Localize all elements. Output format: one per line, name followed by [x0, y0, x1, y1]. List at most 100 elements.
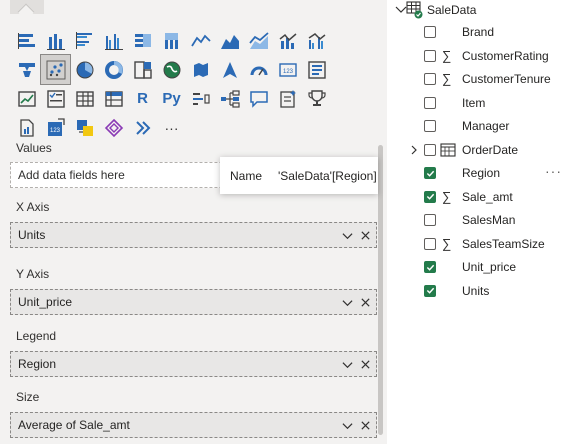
table-name: SaleData: [427, 3, 477, 17]
matrix-icon[interactable]: [99, 84, 128, 113]
azure-map-icon[interactable]: [215, 55, 244, 84]
checkmark-icon: [426, 287, 434, 294]
close-icon[interactable]: [358, 228, 372, 242]
stacked-area-chart-icon[interactable]: [244, 26, 273, 55]
donut-chart-icon[interactable]: [99, 55, 128, 84]
calendar-icon: [440, 142, 456, 157]
legend-well-title: Legend: [16, 329, 57, 343]
x-axis-field: Units: [18, 228, 46, 242]
pie-chart-icon[interactable]: [70, 55, 99, 84]
field-label: Sale_amt: [462, 189, 513, 204]
field-row[interactable]: Region ···: [387, 163, 566, 185]
get-more-visuals-icon[interactable]: [128, 113, 157, 142]
chevron-down-icon[interactable]: [340, 418, 354, 432]
field-row[interactable]: Unit_price: [387, 257, 566, 279]
100-stacked-column-chart-icon[interactable]: [157, 26, 186, 55]
python-visual-icon[interactable]: Py: [157, 84, 186, 113]
slicer-icon[interactable]: [41, 84, 70, 113]
visual-type-gallery: 123 R Py 123 ···: [12, 26, 382, 142]
legend-field: Region: [18, 357, 57, 371]
gauge-icon[interactable]: [244, 55, 273, 84]
multi-row-card-icon[interactable]: [302, 55, 331, 84]
field-row[interactable]: Brand: [387, 22, 566, 44]
close-icon[interactable]: [358, 418, 372, 432]
field-row[interactable]: ∑ Sale_amt: [387, 187, 566, 209]
field-row[interactable]: Units: [387, 281, 566, 303]
field-label: Item: [462, 95, 486, 110]
sigma-icon: ∑: [442, 47, 452, 63]
checkbox-unchecked[interactable]: [424, 120, 436, 132]
stacked-column-chart-icon[interactable]: [41, 26, 70, 55]
custom-visual-icon[interactable]: [99, 113, 128, 142]
r-script-visual-icon[interactable]: R: [128, 84, 157, 113]
qa-visual-icon[interactable]: [244, 84, 273, 113]
chevron-right-icon[interactable]: [409, 145, 419, 155]
checkbox-unchecked[interactable]: [424, 73, 436, 85]
map-icon[interactable]: [157, 55, 186, 84]
legend-well[interactable]: Region: [10, 351, 377, 377]
field-label: CustomerRating: [462, 48, 549, 63]
x-axis-well[interactable]: Units: [10, 222, 377, 248]
values-well-title: Values: [16, 141, 52, 155]
more-options-icon[interactable]: ···: [157, 113, 186, 142]
line-chart-icon[interactable]: [186, 26, 215, 55]
key-influencers-icon[interactable]: [186, 84, 215, 113]
clustered-column-chart-icon[interactable]: [99, 26, 128, 55]
chevron-down-icon[interactable]: [340, 228, 354, 242]
visualizations-pane: 123 R Py 123 ··· Values Add data fields …: [0, 0, 387, 444]
ribbon-chart-icon[interactable]: [12, 55, 41, 84]
100-stacked-bar-chart-icon[interactable]: [128, 26, 157, 55]
more-options-icon[interactable]: ···: [545, 163, 562, 179]
field-label: Units: [462, 283, 490, 298]
close-icon[interactable]: [358, 295, 372, 309]
checkbox-unchecked[interactable]: [424, 26, 436, 38]
treemap-icon[interactable]: [128, 55, 157, 84]
field-row[interactable]: OrderDate: [387, 140, 566, 162]
field-row[interactable]: ∑ CustomerRating: [387, 46, 566, 68]
decomposition-tree-icon[interactable]: [215, 84, 244, 113]
field-row[interactable]: Item: [387, 93, 566, 115]
checkbox-checked[interactable]: [424, 284, 436, 297]
clustered-bar-chart-icon[interactable]: [70, 26, 99, 55]
scatter-chart-icon[interactable]: [40, 54, 71, 85]
checkbox-unchecked[interactable]: [424, 49, 436, 62]
close-icon[interactable]: [358, 357, 372, 371]
pane-top-strip: [0, 0, 387, 16]
table-row-saledata[interactable]: SaleData: [387, 0, 566, 20]
checkbox-unchecked[interactable]: [424, 237, 436, 250]
field-label: CustomerTenure: [462, 72, 551, 86]
wells-scrollbar[interactable]: [378, 145, 383, 435]
area-chart-icon[interactable]: [215, 26, 244, 55]
y-axis-well-title: Y Axis: [16, 267, 50, 281]
field-row[interactable]: ∑ CustomerTenure: [387, 69, 566, 91]
line-and-stacked-column-chart-icon[interactable]: [273, 26, 302, 55]
field-row[interactable]: Manager: [387, 116, 566, 138]
checkbox-unchecked[interactable]: [424, 143, 436, 156]
checkbox-unchecked[interactable]: [424, 96, 436, 109]
power-apps-icon[interactable]: 123: [41, 113, 70, 142]
chevron-down-icon[interactable]: [340, 295, 354, 309]
filled-map-icon[interactable]: [186, 55, 215, 84]
card-icon[interactable]: 123: [273, 55, 302, 84]
field-row[interactable]: ∑ SalesTeamSize: [387, 234, 566, 256]
size-well[interactable]: Average of Sale_amt: [10, 412, 377, 438]
checkbox-checked[interactable]: [424, 167, 436, 179]
smart-narrative-icon[interactable]: [273, 84, 302, 113]
goals-trophy-icon[interactable]: [302, 84, 331, 113]
field-label: OrderDate: [462, 142, 519, 157]
x-axis-well-title: X Axis: [16, 200, 50, 214]
checkbox-unchecked[interactable]: [424, 214, 436, 226]
checkbox-checked[interactable]: [424, 190, 436, 203]
stacked-bar-chart-icon[interactable]: [12, 26, 41, 55]
sigma-icon: ∑: [442, 235, 452, 251]
line-and-clustered-column-chart-icon[interactable]: [302, 26, 331, 55]
size-well-title: Size: [16, 390, 40, 404]
y-axis-well[interactable]: Unit_price: [10, 289, 377, 315]
power-automate-icon[interactable]: [70, 113, 99, 142]
table-visual-icon[interactable]: [70, 84, 99, 113]
kpi-icon[interactable]: [12, 84, 41, 113]
checkbox-checked[interactable]: [424, 261, 436, 273]
chevron-down-icon[interactable]: [340, 357, 354, 371]
field-row[interactable]: SalesMan: [387, 210, 566, 232]
paginated-report-icon[interactable]: [12, 113, 41, 142]
